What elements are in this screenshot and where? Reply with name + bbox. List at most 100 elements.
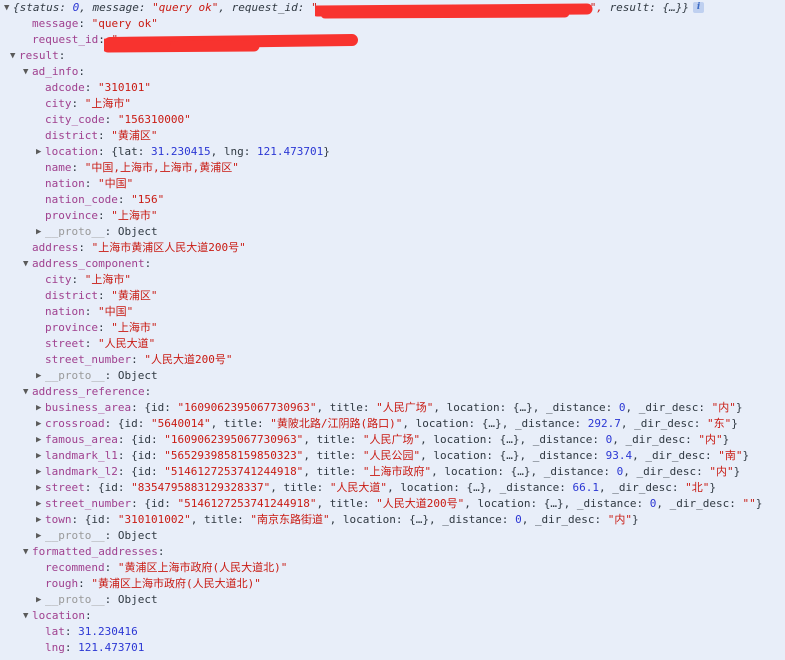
property-value-ac_street_number: "人民大道200号" [144,353,233,366]
property-key-request_id: request_id [32,33,99,46]
property-separator-ar_famous_area: : [117,433,132,446]
object-row-ar_landmark_l2[interactable]: landmark_l2: {id: "5146127253741244918",… [0,464,785,480]
object-row-ad_info[interactable]: ad_info: [0,64,785,80]
ref-id-value-ar_landmark_l1: "5652939858159850323" [164,449,304,462]
expand-root-triangle[interactable] [4,0,13,16]
expand-triangle-icon[interactable] [36,432,45,448]
ref-dir-desc-value-ar_famous_area: "内" [698,433,723,446]
collapse-triangle-icon[interactable] [23,608,32,624]
ref-distance-key-ar_street: _distance: [499,481,573,494]
object-row-ar_street[interactable]: street: {id: "8354795883129328337", titl… [0,480,785,496]
collapse-triangle-icon[interactable] [23,64,32,80]
expand-triangle-icon[interactable] [36,416,45,432]
object-row-address_component[interactable]: address_component: [0,256,785,272]
property-value-ar_proto: Object [117,529,158,542]
expand-triangle-icon[interactable] [36,528,45,544]
ref-comma-3-ar_landmark_l2: , [530,465,544,478]
ref-dir-desc-value-ar_town: "内" [607,513,633,526]
ref-title-key-ar_crossroad: title: [223,417,271,430]
ref-location-value-ar_landmark_l2[interactable]: {…} [511,465,531,478]
preview-request-id-close-quote: ", [589,1,610,14]
object-row-ar_famous_area[interactable]: famous_area: {id: "1609062395067730963",… [0,432,785,448]
ref-location-value-ar_street_number[interactable]: {…} [544,497,564,510]
latlng-lng-value-ad_info_location: 121.473701 [256,145,324,158]
ref-open-ar_street_number: { [144,497,151,510]
property-separator-ad_info_proto: : [104,225,118,238]
ref-location-value-ar_famous_area[interactable]: {…} [500,433,520,446]
property-value-ac_city: "上海市" [84,273,131,286]
info-icon[interactable]: i [693,1,705,13]
object-row-formatted_addresses[interactable]: formatted_addresses: [0,544,785,560]
object-row-ar_crossroad[interactable]: crossroad: {id: "5640014", title: "黄陂北路/… [0,416,785,432]
ref-location-value-ar_town[interactable]: {…} [409,513,429,526]
ref-close-ar_town: } [632,513,639,526]
object-row-ad_info_proto[interactable]: __proto__: Object [0,224,785,240]
expand-triangle-icon[interactable] [36,480,45,496]
property-key-ar_proto: __proto__ [45,529,105,542]
expand-triangle-icon[interactable] [36,224,45,240]
collapse-triangle-icon[interactable] [10,48,19,64]
object-row-result[interactable]: result: [0,48,785,64]
ref-distance-key-ar_landmark_l2: _distance: [543,465,617,478]
expand-triangle-icon[interactable] [36,464,45,480]
property-key-adcode: adcode [45,81,85,94]
preview-result-value[interactable]: {…} [663,1,683,14]
ref-comma-2-ar_business_area: , [433,401,447,414]
property-separator-city: : [71,97,85,110]
ref-id-key-ar_business_area: id: [150,401,178,414]
property-value-ac_proto: Object [117,369,158,382]
object-row-ar_town[interactable]: town: {id: "310101002", title: "南京东路街道",… [0,512,785,528]
property-key-ac_city: city [45,273,72,286]
object-row-location[interactable]: location: [0,608,785,624]
ref-close-ar_street: } [709,481,717,494]
object-row-ar_proto[interactable]: __proto__: Object [0,528,785,544]
expand-triangle-icon[interactable] [36,496,45,512]
object-row-ad_info_location[interactable]: location: {lat: 31.230415, lng: 121.4737… [0,144,785,160]
collapse-triangle-icon[interactable] [23,256,32,272]
ref-title-value-ar_landmark_l1: "人民公园" [362,449,421,462]
property-key-loc_lng: lng [45,641,65,654]
property-value-ac_province: "上海市" [111,321,158,334]
ref-location-value-ar_street[interactable]: {…} [467,481,487,494]
latlng-open-ad_info_location: { [111,145,118,158]
expand-triangle-icon[interactable] [36,448,45,464]
property-value-fa_recommend: "黄浦区上海市政府(人民大道北)" [117,561,288,574]
expand-triangle-icon[interactable] [36,592,45,608]
object-row-message: message: "query ok" [0,16,785,32]
object-tree: message: "query ok"request_id: "result:a… [0,16,785,656]
property-separator-district: : [97,129,112,142]
object-row-city_code: city_code: "156310000" [0,112,785,128]
ref-dir-desc-key-ar_town: _dir_desc: [534,513,608,526]
expand-triangle-icon[interactable] [36,368,45,384]
ref-comma-2-ar_crossroad: , [402,417,416,430]
collapse-triangle-icon[interactable] [23,544,32,560]
object-row-address_reference[interactable]: address_reference: [0,384,785,400]
console-preview-row[interactable]: {status: 0, message: "query ok", request… [0,0,785,16]
object-row-ar_street_number[interactable]: street_number: {id: "5146127253741244918… [0,496,785,512]
object-row-fa_proto[interactable]: __proto__: Object [0,592,785,608]
object-row-request_id: request_id: " [0,32,785,48]
property-key-ar_street: street [45,481,85,494]
object-row-ar_landmark_l1[interactable]: landmark_l1: {id: "5652939858159850323",… [0,448,785,464]
property-separator-ac_proto: : [104,369,118,382]
property-key-ar_street_number: street_number [45,497,132,510]
object-row-ac_proto[interactable]: __proto__: Object [0,368,785,384]
expand-triangle-icon[interactable] [36,400,45,416]
expand-triangle-icon[interactable] [36,144,45,160]
ref-distance-key-ar_business_area: _distance: [546,401,619,414]
object-row-ar_business_area[interactable]: business_area: {id: "1609062395067730963… [0,400,785,416]
ref-dir-desc-key-ar_street_number: _dir_desc: [669,497,743,510]
ref-comma-3-ar_business_area: , [532,401,547,414]
property-key-fa_proto: __proto__ [45,593,105,606]
ref-location-value-ar_business_area[interactable]: {…} [513,401,533,414]
ref-title-key-ar_street_number: title: [329,497,377,510]
object-row-ac_district: district: "黄浦区" [0,288,785,304]
property-key-ar_landmark_l1: landmark_l1 [45,449,118,462]
ref-title-value-ar_street_number: "人民大道200号" [376,497,465,510]
property-key-ac_district: district [45,289,98,302]
ref-location-value-ar_crossroad[interactable]: {…} [482,417,502,430]
collapse-triangle-icon[interactable] [23,384,32,400]
ref-location-value-ar_landmark_l1[interactable]: {…} [500,449,520,462]
preview-status-key: status: [19,1,73,14]
expand-triangle-icon[interactable] [36,512,45,528]
